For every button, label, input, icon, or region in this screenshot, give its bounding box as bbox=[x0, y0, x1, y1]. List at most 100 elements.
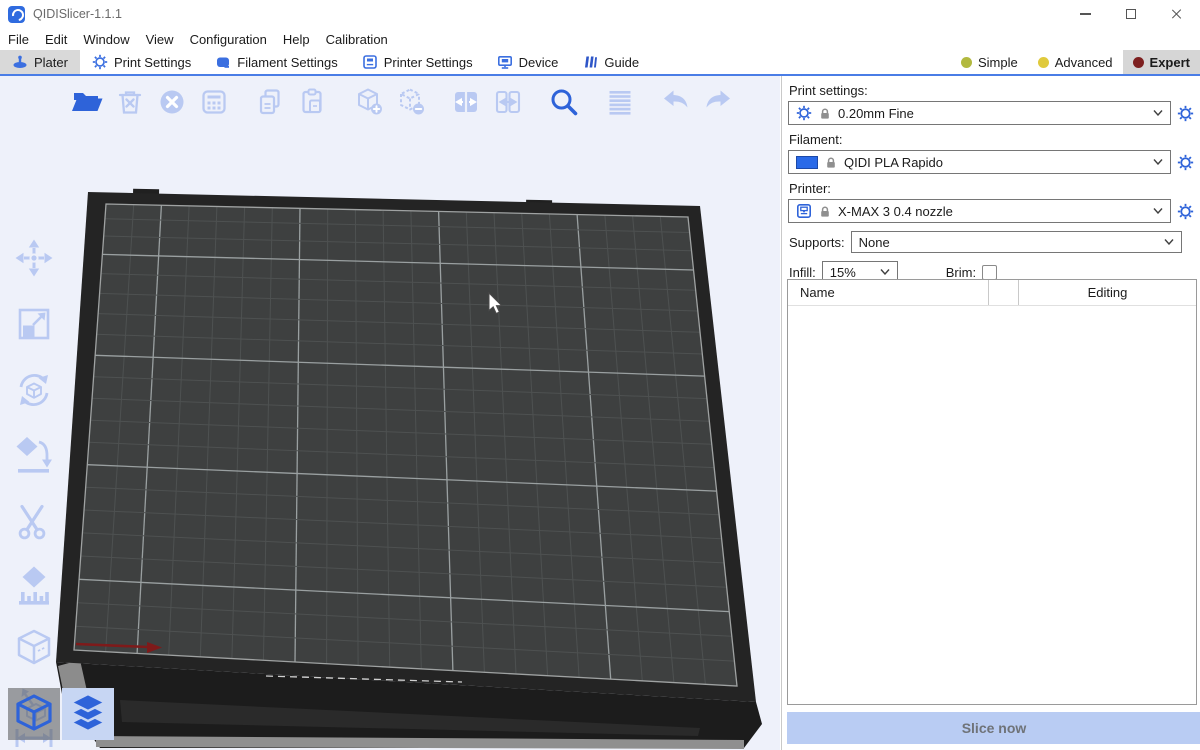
printer-combo[interactable]: X-MAX 3 0.4 nozzle bbox=[788, 199, 1171, 223]
advanced-dot-icon bbox=[1038, 57, 1049, 68]
viewport-3d[interactable] bbox=[0, 76, 780, 750]
rotate-icon bbox=[12, 368, 56, 412]
place-on-face-icon bbox=[12, 433, 56, 477]
mode-advanced[interactable]: Advanced bbox=[1028, 50, 1123, 74]
print-bed-scene bbox=[0, 76, 780, 750]
mode-simple[interactable]: Simple bbox=[951, 50, 1028, 74]
menu-view[interactable]: View bbox=[138, 28, 182, 50]
minimize-button[interactable] bbox=[1062, 0, 1108, 28]
delete-all-button[interactable] bbox=[154, 84, 190, 120]
add-instance-button[interactable] bbox=[350, 84, 386, 120]
tab-label: Plater bbox=[34, 55, 68, 70]
brim-checkbox[interactable] bbox=[982, 265, 997, 280]
mode-label: Expert bbox=[1150, 55, 1190, 70]
paste-button[interactable] bbox=[294, 84, 330, 120]
print-settings-label: Print settings: bbox=[789, 83, 1200, 98]
tab-print-settings[interactable]: Print Settings bbox=[80, 50, 203, 74]
menu-window[interactable]: Window bbox=[75, 28, 137, 50]
window-controls bbox=[1062, 0, 1200, 28]
scale-tool-button[interactable] bbox=[10, 300, 58, 348]
seam-tool-button[interactable] bbox=[10, 624, 58, 672]
split-parts-button[interactable] bbox=[490, 84, 526, 120]
menu-help[interactable]: Help bbox=[275, 28, 318, 50]
column-header-editing[interactable]: Editing bbox=[1018, 280, 1196, 305]
paint-supports-icon bbox=[12, 564, 56, 608]
filament-label: Filament: bbox=[789, 132, 1200, 147]
app-logo-icon bbox=[8, 6, 25, 23]
filament-value: QIDI PLA Rapido bbox=[844, 155, 1146, 170]
mode-switcher: Simple Advanced Expert bbox=[951, 50, 1200, 74]
tab-plater[interactable]: Plater bbox=[0, 50, 80, 74]
settings-panel: Print settings: 0.20mm Fin bbox=[781, 76, 1200, 750]
tab-printer-settings[interactable]: Printer Settings bbox=[350, 50, 485, 74]
object-list-table[interactable]: Name Editing bbox=[787, 279, 1197, 705]
gear-icon bbox=[1177, 154, 1194, 171]
top-toolbar bbox=[70, 84, 742, 120]
arrange-button[interactable] bbox=[196, 84, 232, 120]
menu-edit[interactable]: Edit bbox=[37, 28, 75, 50]
menu-configuration[interactable]: Configuration bbox=[182, 28, 275, 50]
expert-dot-icon bbox=[1133, 57, 1144, 68]
supports-combo[interactable]: None bbox=[851, 231, 1182, 253]
printer-label: Printer: bbox=[789, 181, 1200, 196]
printer-edit-button[interactable] bbox=[1174, 200, 1196, 222]
mode-label: Simple bbox=[978, 55, 1018, 70]
split-objects-button[interactable] bbox=[448, 84, 484, 120]
lock-icon bbox=[819, 107, 831, 120]
lock-icon bbox=[819, 205, 831, 218]
menu-calibration[interactable]: Calibration bbox=[318, 28, 396, 50]
editor-view-button[interactable] bbox=[8, 688, 60, 740]
move-icon bbox=[12, 236, 56, 280]
search-button[interactable] bbox=[546, 84, 582, 120]
filament-icon bbox=[215, 54, 231, 70]
supports-label: Supports: bbox=[789, 235, 845, 250]
variable-layer-height-button[interactable] bbox=[602, 84, 638, 120]
redo-button[interactable] bbox=[700, 84, 736, 120]
undo-icon bbox=[659, 85, 693, 119]
print-settings-edit-button[interactable] bbox=[1174, 102, 1196, 124]
delete-button[interactable] bbox=[112, 84, 148, 120]
view-toggles bbox=[8, 688, 114, 740]
tab-label: Device bbox=[519, 55, 559, 70]
printer-icon bbox=[362, 54, 378, 70]
filament-combo[interactable]: QIDI PLA Rapido bbox=[788, 150, 1171, 174]
chevron-down-icon bbox=[1153, 208, 1163, 214]
cut-tool-button[interactable] bbox=[10, 498, 58, 546]
mode-expert[interactable]: Expert bbox=[1123, 50, 1200, 74]
undo-button[interactable] bbox=[658, 84, 694, 120]
column-header-name[interactable]: Name bbox=[788, 285, 988, 300]
supports-value: None bbox=[859, 235, 1157, 250]
column-header-extruder[interactable] bbox=[988, 280, 1018, 305]
paint-supports-tool-button[interactable] bbox=[10, 562, 58, 610]
place-on-face-tool-button[interactable] bbox=[10, 431, 58, 479]
qidislicer-window: QIDISlicer-1.1.1 File Edit Window View C… bbox=[0, 0, 1200, 750]
remove-instance-button[interactable] bbox=[392, 84, 428, 120]
print-settings-combo[interactable]: 0.20mm Fine bbox=[788, 101, 1171, 125]
titlebar: QIDISlicer-1.1.1 bbox=[0, 0, 1200, 28]
brim-label: Brim: bbox=[946, 265, 976, 280]
print-settings-value: 0.20mm Fine bbox=[838, 106, 1146, 121]
printer-value: X-MAX 3 0.4 nozzle bbox=[838, 204, 1146, 219]
tab-device[interactable]: Device bbox=[485, 50, 571, 74]
gear-icon bbox=[92, 54, 108, 70]
maximize-button[interactable] bbox=[1108, 0, 1154, 28]
simple-dot-icon bbox=[961, 57, 972, 68]
open-folder-button[interactable] bbox=[70, 84, 106, 120]
copy-button[interactable] bbox=[252, 84, 288, 120]
infill-value: 15% bbox=[830, 265, 873, 280]
rotate-tool-button[interactable] bbox=[10, 366, 58, 414]
filament-color-swatch bbox=[796, 156, 818, 169]
slice-now-button[interactable]: Slice now bbox=[787, 712, 1200, 744]
preview-view-button[interactable] bbox=[62, 688, 114, 740]
tab-guide[interactable]: Guide bbox=[570, 50, 651, 74]
close-button[interactable] bbox=[1154, 0, 1200, 28]
filament-edit-button[interactable] bbox=[1174, 151, 1196, 173]
chevron-down-icon bbox=[1164, 239, 1174, 245]
menu-file[interactable]: File bbox=[0, 28, 37, 50]
remove-instance-icon bbox=[393, 85, 427, 119]
tab-filament-settings[interactable]: Filament Settings bbox=[203, 50, 349, 74]
move-tool-button[interactable] bbox=[10, 234, 58, 282]
paste-icon bbox=[295, 85, 329, 119]
gear-icon bbox=[1177, 203, 1194, 220]
preview-layers-icon bbox=[62, 688, 114, 740]
